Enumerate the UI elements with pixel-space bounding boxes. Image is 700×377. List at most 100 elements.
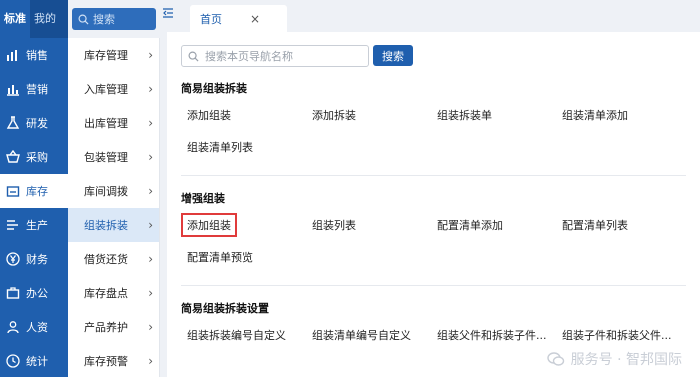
nav-link[interactable]: 组装子件和拆装父件...	[556, 319, 681, 351]
submenu-item[interactable]: 入库管理 ›	[68, 72, 159, 106]
basket-icon	[6, 150, 20, 164]
nav-link[interactable]: 配置清单添加	[431, 209, 556, 241]
chevron-right-icon: ›	[148, 354, 153, 368]
section-title: 增强组装	[181, 192, 225, 205]
rail-item-hr[interactable]: 人资	[0, 310, 68, 344]
rail-item-label: 采购	[26, 151, 48, 164]
rail-tabs: 标准 我的	[0, 0, 68, 38]
nav-search-placeholder: 搜索	[93, 13, 115, 26]
watermark-text: 服务号 · 智邦国际	[570, 352, 682, 368]
nav-link[interactable]: 组装拆装单	[431, 99, 556, 131]
nav-link[interactable]: 组装列表	[306, 209, 431, 241]
nav-link-add-assembly-highlighted[interactable]: 添加组装	[181, 209, 306, 241]
chevron-right-icon: ›	[148, 286, 153, 300]
submenu-item[interactable]: 库存盘点 ›	[68, 276, 159, 310]
chevron-right-icon: ›	[148, 116, 153, 130]
chevron-right-icon: ›	[148, 252, 153, 266]
warehouse-icon	[6, 184, 20, 198]
flask-icon	[6, 116, 20, 130]
rail-item-label: 营销	[26, 83, 48, 96]
rail-tab-mine[interactable]: 我的	[30, 0, 60, 38]
nav-link[interactable]: 配置清单列表	[556, 209, 681, 241]
nav-link[interactable]: 添加组装	[181, 99, 306, 131]
page-search-input[interactable]: 搜索本页导航名称	[181, 45, 369, 67]
chevron-right-icon: ›	[148, 82, 153, 96]
nav-search-input[interactable]: 搜索	[72, 8, 156, 30]
rail-item-label: 库存	[26, 185, 48, 198]
submenu-item[interactable]: 产品养护 ›	[68, 310, 159, 344]
submenu-item-label: 包装管理	[84, 151, 128, 164]
rail-item-production[interactable]: 生产	[0, 208, 68, 242]
watermark: 服务号 · 智邦国际	[546, 349, 682, 369]
rail-item-finance[interactable]: 财务	[0, 242, 68, 276]
nav-link[interactable]: 组装清单编号自定义	[306, 319, 431, 351]
rail-tab-standard[interactable]: 标准	[0, 0, 30, 38]
search-button[interactable]: 搜索	[373, 45, 413, 66]
wechat-icon	[546, 352, 564, 366]
submenu-item-label: 组装拆装	[84, 219, 128, 232]
link-grid: 组装拆装编号自定义 组装清单编号自定义 组装父件和拆装子件... 组装子件和拆装…	[181, 319, 686, 351]
submenu-item[interactable]: 出库管理 ›	[68, 106, 159, 140]
rail-item-purchase[interactable]: 采购	[0, 140, 68, 174]
section-title: 简易组装拆装设置	[181, 302, 269, 315]
submenu-item-label: 产品养护	[84, 321, 128, 334]
rail-item-label: 生产	[26, 219, 48, 232]
close-icon[interactable]: ×	[250, 12, 260, 26]
search-icon	[188, 51, 199, 62]
chevron-right-icon: ›	[148, 150, 153, 164]
search-icon	[78, 14, 89, 25]
clock-icon	[6, 354, 20, 368]
tab-bar: 首页 ×	[160, 0, 700, 32]
nav-link[interactable]: 组装拆装编号自定义	[181, 319, 306, 351]
submenu-item[interactable]: 库存管理 ›	[68, 38, 159, 72]
submenu-item[interactable]: 借货还货 ›	[68, 242, 159, 276]
rail-item-label: 人资	[26, 321, 48, 334]
chevron-right-icon: ›	[148, 218, 153, 232]
tab-home[interactable]: 首页 ×	[190, 5, 287, 32]
rail-item-inventory[interactable]: 库存	[0, 174, 68, 208]
rail-item-label: 研发	[26, 117, 48, 130]
submenu-item[interactable]: 包装管理 ›	[68, 140, 159, 174]
person-icon	[6, 320, 20, 334]
chart-bar-icon	[6, 48, 20, 62]
submenu-item-label: 出库管理	[84, 117, 128, 130]
nav-link[interactable]: 组装清单添加	[556, 99, 681, 131]
submenu-item-label: 库存盘点	[84, 287, 128, 300]
main-content: 搜索本页导航名称 搜索 简易组装拆装 添加组装 添加拆装 组装拆装单 组装清单添…	[167, 32, 700, 377]
main-nav-rail: 标准 我的 销售 营销 研发 采购 库存 生产 财务 办公 人资 统计	[0, 0, 68, 377]
nav-link[interactable]: 组装父件和拆装子件...	[431, 319, 556, 351]
collapse-sidebar-icon[interactable]	[163, 8, 173, 18]
submenu-item-assembly[interactable]: 组装拆装 ›	[68, 208, 159, 242]
briefcase-icon	[6, 286, 20, 300]
submenu-item-label: 借货还货	[84, 253, 128, 266]
submenu-item[interactable]: 库间调拨 ›	[68, 174, 159, 208]
tab-home-label: 首页	[200, 12, 222, 26]
rail-item-label: 办公	[26, 287, 48, 300]
submenu-item-label: 库存管理	[84, 49, 128, 62]
submenu-item-label: 库存预警	[84, 355, 128, 368]
rail-item-label: 统计	[26, 355, 48, 368]
rail-item-label: 财务	[26, 253, 48, 266]
nav-link[interactable]: 配置清单预览	[181, 241, 306, 273]
production-icon	[6, 218, 20, 232]
yen-icon	[6, 252, 20, 266]
chart-column-icon	[6, 82, 20, 96]
chevron-right-icon: ›	[148, 48, 153, 62]
chevron-right-icon: ›	[148, 184, 153, 198]
rail-item-sales[interactable]: 销售	[0, 38, 68, 72]
page-search-placeholder: 搜索本页导航名称	[205, 50, 293, 63]
nav-link[interactable]: 组装清单列表	[181, 131, 306, 163]
rail-item-stats[interactable]: 统计	[0, 344, 68, 377]
page-search: 搜索本页导航名称 搜索	[181, 45, 413, 67]
section-title: 简易组装拆装	[181, 82, 247, 95]
submenu-item[interactable]: 库存预警 ›	[68, 344, 159, 377]
nav-link[interactable]: 添加拆装	[306, 99, 431, 131]
section-divider	[181, 285, 686, 286]
section-enhanced-assembly: 增强组装 添加组装 组装列表 配置清单添加 配置清单列表 配置清单预览	[181, 189, 686, 273]
rail-item-office[interactable]: 办公	[0, 276, 68, 310]
section-assembly-settings: 简易组装拆装设置 组装拆装编号自定义 组装清单编号自定义 组装父件和拆装子件..…	[181, 299, 686, 351]
section-simple-assembly: 简易组装拆装 添加组装 添加拆装 组装拆装单 组装清单添加 组装清单列表	[181, 79, 686, 163]
rail-item-rd[interactable]: 研发	[0, 106, 68, 140]
rail-item-marketing[interactable]: 营销	[0, 72, 68, 106]
rail-item-label: 销售	[26, 49, 48, 62]
